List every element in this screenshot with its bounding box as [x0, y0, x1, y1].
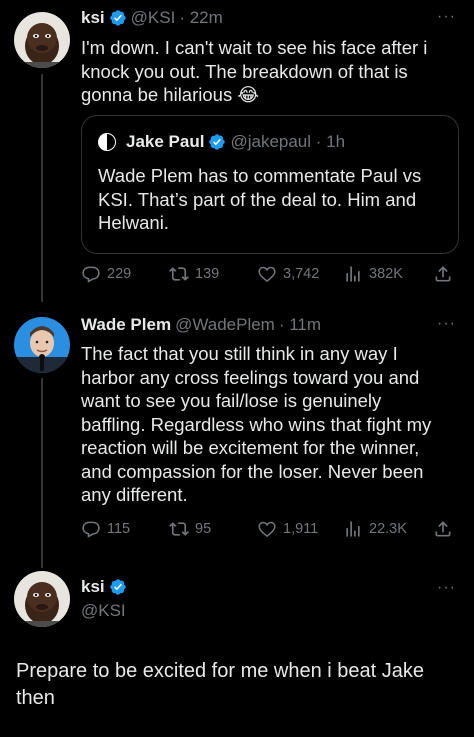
verified-icon [109, 9, 127, 27]
tweet-text: Prepare to be excited for me when i beat… [16, 660, 425, 709]
verified-icon [109, 578, 127, 596]
more-icon[interactable]: ··· [437, 8, 456, 26]
reply-button[interactable]: 115 [81, 517, 130, 541]
views-icon [343, 264, 363, 284]
display-name[interactable]: ksi [81, 8, 105, 28]
tweet-wade-plem[interactable]: Wade Plem @WadePlem · 11m ··· The fact t… [0, 305, 474, 565]
avatar-wade-plem[interactable] [14, 317, 70, 373]
views-icon [343, 519, 363, 539]
user-handle[interactable]: @KSI [131, 8, 176, 28]
tweet-header: Wade Plem @WadePlem · 11m [81, 315, 321, 335]
user-handle[interactable]: @KSI [81, 601, 126, 621]
like-count: 3,742 [283, 266, 320, 282]
action-bar: 229 139 3,742 382K [81, 262, 459, 286]
user-handle[interactable]: @WadePlem [175, 315, 275, 335]
tweet-header: ksi [81, 577, 127, 597]
display-name[interactable]: ksi [81, 577, 105, 597]
retweet-icon [169, 519, 189, 539]
views-button[interactable]: 382K [343, 262, 403, 286]
avatar-ksi[interactable] [14, 571, 70, 627]
quoted-display-name: Jake Paul [126, 132, 205, 151]
user-handle-row: @KSI [81, 601, 126, 621]
display-name[interactable]: Wade Plem [81, 315, 171, 335]
more-icon[interactable]: ··· [437, 579, 456, 597]
views-count: 22.3K [369, 521, 407, 537]
quoted-tweet-text: Wade Plem has to commentate Paul vs KSI.… [98, 165, 422, 233]
retweet-button[interactable]: 139 [169, 262, 219, 286]
share-button[interactable] [433, 517, 453, 541]
tweet-ksi[interactable]: ksi @KSI · 22m ··· I'm down. I can't wai… [0, 0, 474, 300]
retweet-count: 139 [195, 266, 220, 282]
reply-count: 229 [107, 266, 132, 282]
quoted-tweet[interactable]: Jake Paul @jakepaul · 1h Wade Plem has t… [81, 115, 459, 254]
reply-count: 115 [107, 521, 131, 537]
tweet-header: ksi @KSI · 22m [81, 8, 223, 28]
share-icon [433, 519, 453, 539]
avatar-ksi[interactable] [14, 12, 70, 68]
reply-icon [81, 519, 101, 539]
views-count: 382K [369, 266, 403, 282]
share-button[interactable] [433, 262, 453, 286]
retweet-icon [169, 264, 189, 284]
timestamp[interactable]: · 22m [179, 8, 222, 28]
quoted-handle: @jakepaul · 1h [230, 132, 346, 151]
like-button[interactable]: 1,911 [257, 517, 318, 541]
verified-icon [208, 133, 226, 151]
share-icon [433, 264, 453, 284]
like-button[interactable]: 3,742 [257, 262, 319, 286]
timestamp[interactable]: · 11m [279, 315, 321, 335]
reply-button[interactable]: 229 [81, 262, 131, 286]
action-bar: 115 95 1,911 22.3K [81, 517, 459, 541]
quoted-tweet-header: Jake Paul @jakepaul · 1h [98, 132, 345, 152]
like-icon [257, 519, 277, 539]
tweet-text: The fact that you still think in any way… [81, 343, 432, 505]
avatar-jake-paul [98, 133, 116, 151]
tweet-text: I'm down. I can't wait to see his face a… [81, 37, 428, 105]
like-icon [257, 264, 277, 284]
reply-icon [81, 264, 101, 284]
retweet-count: 95 [195, 521, 212, 537]
more-icon[interactable]: ··· [437, 315, 456, 333]
retweet-button[interactable]: 95 [169, 517, 211, 541]
views-button[interactable]: 22.3K [343, 517, 407, 541]
like-count: 1,911 [283, 521, 319, 537]
